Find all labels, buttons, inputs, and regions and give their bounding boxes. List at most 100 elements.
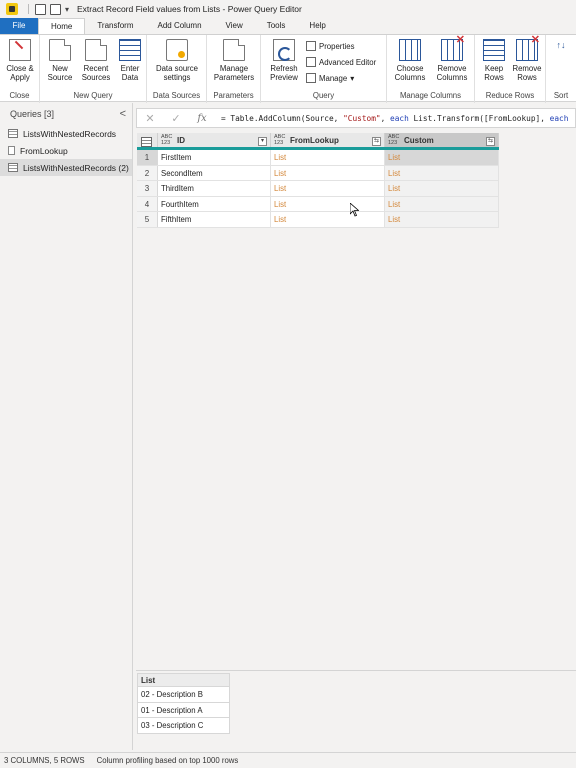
cell-list-link[interactable]: List xyxy=(271,165,385,180)
cell-id[interactable]: ThirdItem xyxy=(158,181,271,196)
table-menu-icon[interactable] xyxy=(137,133,158,147)
list-preview-header: List xyxy=(137,673,230,687)
advanced-editor-button[interactable]: Advanced Editor xyxy=(306,57,376,67)
enter-data-button[interactable]: Enter Data xyxy=(116,39,144,82)
cell-id[interactable]: SecondItem xyxy=(158,165,271,180)
column-header-custom[interactable]: ABC 123 Custom ⇆ xyxy=(385,133,499,147)
query-item-lists-with-nested-records-2[interactable]: ListsWithNestedRecords (2) xyxy=(0,159,132,176)
new-query-group: New Source Recent Sources Enter Data New… xyxy=(40,35,147,103)
enter-data-icon xyxy=(119,39,141,61)
choose-columns-button[interactable]: Choose Columns xyxy=(391,39,429,82)
column-profiling-status[interactable]: Column profiling based on top 1000 rows xyxy=(97,756,239,765)
sort-ascending-button[interactable]: ↑↓ xyxy=(552,39,570,70)
refresh-preview-label-2: Preview xyxy=(270,73,298,82)
properties-button[interactable]: Properties xyxy=(306,41,355,51)
recent-sources-button[interactable]: Recent Sources xyxy=(78,39,114,82)
enter-data-label: Enter xyxy=(120,64,140,73)
formula-input[interactable]: = Table.AddColumn(Source, "Custom", each… xyxy=(221,114,568,123)
manage-parameters-label-2: Parameters xyxy=(213,73,255,82)
sort-icon: ↑↓ xyxy=(556,40,566,50)
cell-id[interactable]: FourthItem xyxy=(158,196,271,211)
collapse-pane-icon[interactable]: < xyxy=(120,108,126,120)
refresh-preview-label: Refresh xyxy=(270,64,298,73)
tab-tools[interactable]: Tools xyxy=(255,18,298,34)
cell-id[interactable]: FirstItem xyxy=(158,150,271,165)
query-item-lists-with-nested-records[interactable]: ListsWithNestedRecords xyxy=(0,125,132,142)
cell-list-link[interactable]: List xyxy=(385,181,499,196)
query-group-label: Query xyxy=(312,91,335,100)
sort-group: ↑↓ Sort xyxy=(546,35,576,103)
row-number: 4 xyxy=(137,196,158,211)
keep-rows-button[interactable]: Keep Rows xyxy=(478,39,510,82)
title-bar: ▾ Extract Record Field values from Lists… xyxy=(0,0,576,18)
fx-icon[interactable]: fx xyxy=(189,113,215,124)
table-row[interactable]: 2 SecondItem List List xyxy=(137,165,499,181)
row-number: 1 xyxy=(137,150,158,165)
recent-sources-label: Recent xyxy=(83,64,109,73)
tab-file[interactable]: File xyxy=(0,18,38,34)
any-type-icon[interactable]: ABC 123 xyxy=(274,134,288,146)
query-item-label: FromLookup xyxy=(20,145,68,156)
new-source-label: New xyxy=(52,64,68,73)
cell-list-link[interactable]: List xyxy=(385,212,499,227)
tab-help[interactable]: Help xyxy=(297,18,337,34)
expand-column-icon[interactable]: ⇆ xyxy=(486,137,495,146)
remove-rows-button[interactable]: Remove Rows xyxy=(510,36,544,82)
table-row[interactable]: 3 ThirdItem List List xyxy=(137,181,499,197)
tab-transform[interactable]: Transform xyxy=(85,18,145,34)
parameters-group-label: Parameters xyxy=(213,91,254,100)
cell-id[interactable]: FifthItem xyxy=(158,212,271,227)
close-apply-button[interactable]: Close & Apply xyxy=(3,39,37,82)
qat-customize-icon[interactable]: ▾ xyxy=(65,5,69,14)
cell-list-link[interactable]: List xyxy=(385,196,499,211)
formula-keyword: each xyxy=(390,113,409,123)
sort-group-label: Sort xyxy=(553,91,569,100)
keep-rows-label: Keep xyxy=(484,64,504,73)
commit-formula-icon[interactable]: ✓ xyxy=(163,112,189,125)
table-row[interactable]: 5 FifthItem List List xyxy=(137,212,499,228)
any-type-icon[interactable]: ABC 123 xyxy=(388,134,402,146)
close-apply-icon xyxy=(9,39,31,61)
column-header-id[interactable]: ABC 123 ID ▾ xyxy=(158,133,271,147)
data-source-settings-icon xyxy=(166,39,188,61)
any-type-icon[interactable]: ABC 123 xyxy=(161,134,175,146)
grid-header: ABC 123 ID ▾ ABC 123 FromLookup ⇆ ABC 123 C… xyxy=(137,133,499,150)
list-item: 03 - Description C xyxy=(137,718,230,734)
expand-column-icon[interactable]: ⇆ xyxy=(372,137,381,146)
cell-list-link[interactable]: List xyxy=(271,150,385,165)
filter-dropdown-icon[interactable]: ▾ xyxy=(258,137,267,146)
cell-list-link[interactable]: List xyxy=(271,212,385,227)
recent-sources-label-2: Sources xyxy=(81,73,111,82)
table-row[interactable]: 1 FirstItem List List xyxy=(137,150,499,166)
data-source-settings-button[interactable]: Data source settings xyxy=(151,39,203,82)
queries-pane: Queries [3] < ListsWithNestedRecords Fro… xyxy=(0,103,133,750)
new-source-button[interactable]: New Source xyxy=(44,39,76,82)
cell-list-link[interactable]: List xyxy=(271,181,385,196)
keep-rows-label-2: Rows xyxy=(484,73,504,82)
cell-list-link[interactable]: List xyxy=(271,196,385,211)
tab-view[interactable]: View xyxy=(214,18,255,34)
table-row[interactable]: 4 FourthItem List List xyxy=(137,196,499,212)
undo-icon[interactable] xyxy=(50,3,61,15)
remove-columns-button[interactable]: Remove Columns xyxy=(432,36,472,82)
formula-string: "Custom" xyxy=(343,113,381,123)
cancel-formula-icon[interactable]: ✕ xyxy=(137,112,163,125)
save-icon[interactable] xyxy=(35,3,46,15)
column-header-fromlookup[interactable]: ABC 123 FromLookup ⇆ xyxy=(271,133,385,147)
query-item-from-lookup[interactable]: FromLookup xyxy=(0,142,132,159)
formula-part: List.Transform([FromLookup], xyxy=(408,113,550,123)
remove-columns-icon xyxy=(441,36,465,61)
manage-parameters-label: Manage xyxy=(219,64,249,73)
cell-list-link[interactable]: List xyxy=(385,165,499,180)
row-number: 5 xyxy=(137,212,158,227)
list-preview: List 02 - Description B 01 - Description… xyxy=(137,673,230,734)
tab-add-column[interactable]: Add Column xyxy=(146,18,214,34)
manage-parameters-button[interactable]: Manage Parameters xyxy=(209,39,259,82)
enter-data-label-2: Data xyxy=(121,73,139,82)
cell-list-link[interactable]: List xyxy=(385,150,499,165)
tab-home[interactable]: Home xyxy=(38,18,86,34)
manage-query-button[interactable]: Manage ▾ xyxy=(306,73,354,83)
refresh-preview-button[interactable]: Refresh Preview xyxy=(265,39,303,82)
new-source-label-2: Source xyxy=(47,73,73,82)
cell-preview-pane: List 02 - Description B 01 - Description… xyxy=(136,670,576,750)
